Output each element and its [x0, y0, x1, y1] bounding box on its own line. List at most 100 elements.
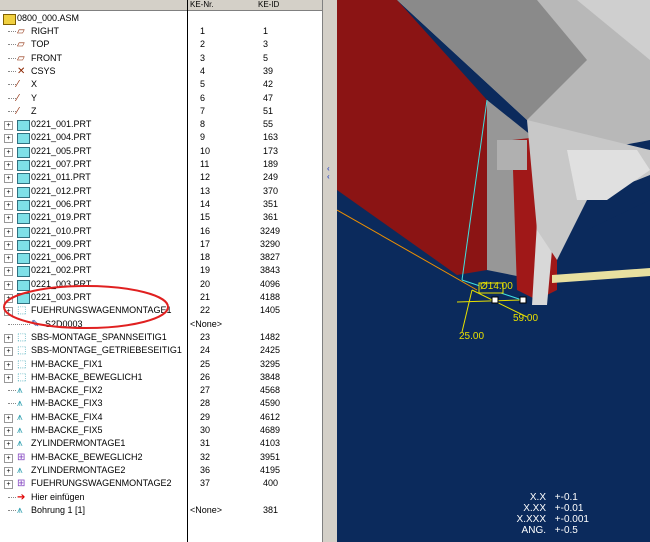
expand-toggle[interactable]: +	[4, 187, 13, 197]
tree-row[interactable]: + ⬚ HM-BACKE_BEWEGLICH1 26 3848	[0, 371, 322, 384]
tree-row[interactable]: +0221_010.PRT 16 3249	[0, 225, 322, 238]
ke-id: 42	[263, 79, 274, 90]
model-tree[interactable]: KE-Nr. KE-ID 0800_000.ASM ▱ RIGHT 1 1 ▱ TOP 2 3…	[0, 0, 322, 542]
expand-toggle[interactable]: +	[4, 373, 13, 383]
ke-id: 1482	[260, 331, 281, 342]
dimension-25[interactable]: 25.00	[459, 331, 484, 342]
expand-toggle[interactable]: +	[4, 200, 13, 210]
tolerance-value: +-0.1	[554, 492, 578, 503]
tree-row[interactable]: ⁄ X 5 42	[0, 78, 322, 91]
tree-row[interactable]: + ⩚ ZYLINDERMONTAGE2 36 4195	[0, 464, 322, 477]
ke-nr: 21	[200, 292, 211, 302]
tree-row[interactable]: ⩚ Bohrung 1 [1] <None> 381	[0, 504, 322, 517]
part-icon	[17, 226, 30, 238]
ke-id: 4103	[260, 438, 281, 449]
expand-toggle[interactable]: +	[4, 347, 13, 357]
tree-root[interactable]: 0800_000.ASM	[0, 12, 322, 25]
datum-plane-icon: ▱	[17, 39, 25, 51]
tree-row[interactable]: +0221_011.PRT 12 249	[0, 171, 322, 185]
ke-nr: <None>	[190, 504, 223, 515]
ke-id: 400	[263, 478, 279, 489]
tree-row[interactable]: + ⩚ ZYLINDERMONTAGE1 31 4103	[0, 437, 322, 450]
tree-row[interactable]: ▱ TOP 2 3	[0, 38, 322, 51]
tree-row[interactable]: ⩚ HM-BACKE_FIX2 27 4568	[0, 384, 322, 397]
model-graphics	[337, 0, 650, 333]
tree-row-label: 0221_010.PRT	[31, 225, 92, 236]
expand-toggle[interactable]: +	[4, 134, 13, 144]
tree-row-label: 0221_006.PRT	[31, 198, 92, 209]
expand-toggle[interactable]: +	[4, 413, 13, 423]
expand-toggle[interactable]: +	[4, 161, 13, 170]
expand-toggle[interactable]: +	[4, 214, 13, 224]
tree-row[interactable]: +0221_006.PRT 18 3827	[0, 251, 322, 265]
tree-row[interactable]: +0221_012.PRT 13 370	[0, 185, 322, 198]
ke-nr: 15	[200, 212, 211, 223]
ke-id: 173	[263, 145, 279, 156]
expand-toggle[interactable]: +	[4, 227, 13, 237]
tree-row[interactable]: +0221_009.PRT 17 3290	[0, 238, 322, 251]
column-header-ke-nr[interactable]: KE-Nr.	[188, 0, 256, 11]
ke-id: 4689	[260, 425, 281, 435]
csys-icon: ✕	[17, 65, 26, 77]
tree-row-label: 0221_006.PRT	[31, 252, 92, 263]
tree-row[interactable]: + ⩚ HM-BACKE_FIX4 29 4612	[0, 411, 322, 424]
tree-row[interactable]: ✕ CSYS 4 39	[0, 65, 322, 78]
subasm-icon: ⬚	[17, 358, 27, 370]
assembly-icon	[3, 14, 16, 25]
tree-row-label: HM-BACKE_FIX2	[31, 385, 103, 396]
expand-toggle[interactable]: +	[4, 453, 13, 463]
group-icon: ⊞	[17, 478, 26, 490]
tree-row[interactable]: +0221_004.PRT 9 163	[0, 131, 322, 145]
tree-row[interactable]: + ⊞ FUEHRUNGSWAGENMONTAGE2 37 400	[0, 477, 322, 490]
collapse-arrows-icon[interactable]: ‹ ‹	[327, 165, 330, 181]
ke-nr: 26	[200, 371, 211, 382]
expand-toggle[interactable]: +	[4, 267, 13, 277]
expand-toggle[interactable]: +	[4, 440, 13, 450]
expand-toggle[interactable]: +	[4, 240, 13, 250]
expand-toggle[interactable]: +	[4, 427, 13, 436]
tree-row[interactable]: ▱ RIGHT 1 1	[0, 25, 322, 38]
expand-toggle[interactable]: +	[4, 480, 13, 490]
expand-toggle[interactable]: +	[4, 147, 13, 157]
ke-nr: 8	[200, 119, 206, 130]
tree-row[interactable]: + ⩚ HM-BACKE_FIX5 30 4689	[0, 424, 322, 437]
ke-id: 1405	[260, 305, 281, 316]
tree-row[interactable]: ⁄ Y 6 47	[0, 92, 322, 105]
expand-toggle[interactable]: +	[4, 121, 13, 131]
insert-arrow-icon: ➔	[17, 491, 26, 503]
expand-toggle[interactable]: +	[4, 254, 13, 264]
tree-row[interactable]: +0221_019.PRT 15 361	[0, 211, 322, 225]
axis-icon: ⁄	[17, 79, 19, 91]
tree-row[interactable]: + ⬚ SBS-MONTAGE_GETRIEBESEITIG1 24 2425	[0, 344, 322, 357]
ke-id: 4195	[260, 464, 281, 475]
3d-viewport[interactable]: Ø14.00 59.00 25.00	[337, 0, 650, 542]
ke-nr: 11	[200, 159, 210, 169]
tree-row[interactable]: +0221_002.PRT 19 3843	[0, 264, 322, 278]
tree-row[interactable]: ⩚ HM-BACKE_FIX3 28 4590	[0, 397, 322, 410]
tree-row[interactable]: +0221_001.PRT 8 55	[0, 118, 322, 132]
tree-row[interactable]: + ⊞ HM-BACKE_BEWEGLICH2 32 3951	[0, 451, 322, 464]
tree-line	[8, 57, 16, 59]
tree-line	[8, 509, 16, 511]
ke-nr: 1	[200, 26, 206, 36]
tree-row[interactable]: +0221_006.PRT 14 351	[0, 198, 322, 211]
expand-toggle[interactable]: +	[4, 174, 13, 184]
tree-row[interactable]: + ⬚ HM-BACKE_FIX1 25 3295	[0, 358, 322, 371]
expand-toggle[interactable]: +	[4, 466, 13, 476]
dimension-diameter[interactable]: Ø14.00	[480, 281, 513, 292]
expand-toggle[interactable]: +	[4, 360, 13, 370]
pattern-icon: ⩚	[17, 385, 23, 397]
column-header-name[interactable]	[0, 0, 187, 11]
tree-row[interactable]: ▱ FRONT 3 5	[0, 52, 322, 65]
tree-line	[8, 403, 16, 405]
tree-row[interactable]: +0221_007.PRT 11 189	[0, 158, 322, 171]
dimension-59[interactable]: 59.00	[513, 313, 538, 324]
part-icon	[17, 199, 30, 211]
column-header-ke-id[interactable]: KE-ID	[256, 0, 322, 11]
tree-row[interactable]: +0221_005.PRT 10 173	[0, 145, 322, 158]
tree-row[interactable]: ⁄ Z 7 51	[0, 105, 322, 118]
part-icon	[17, 213, 30, 225]
tolerance-row: X.XX +-0.01	[510, 503, 583, 514]
panel-splitter[interactable]: ‹ ‹	[322, 0, 338, 542]
tree-row[interactable]: ➔ Hier einfügen	[0, 491, 322, 504]
